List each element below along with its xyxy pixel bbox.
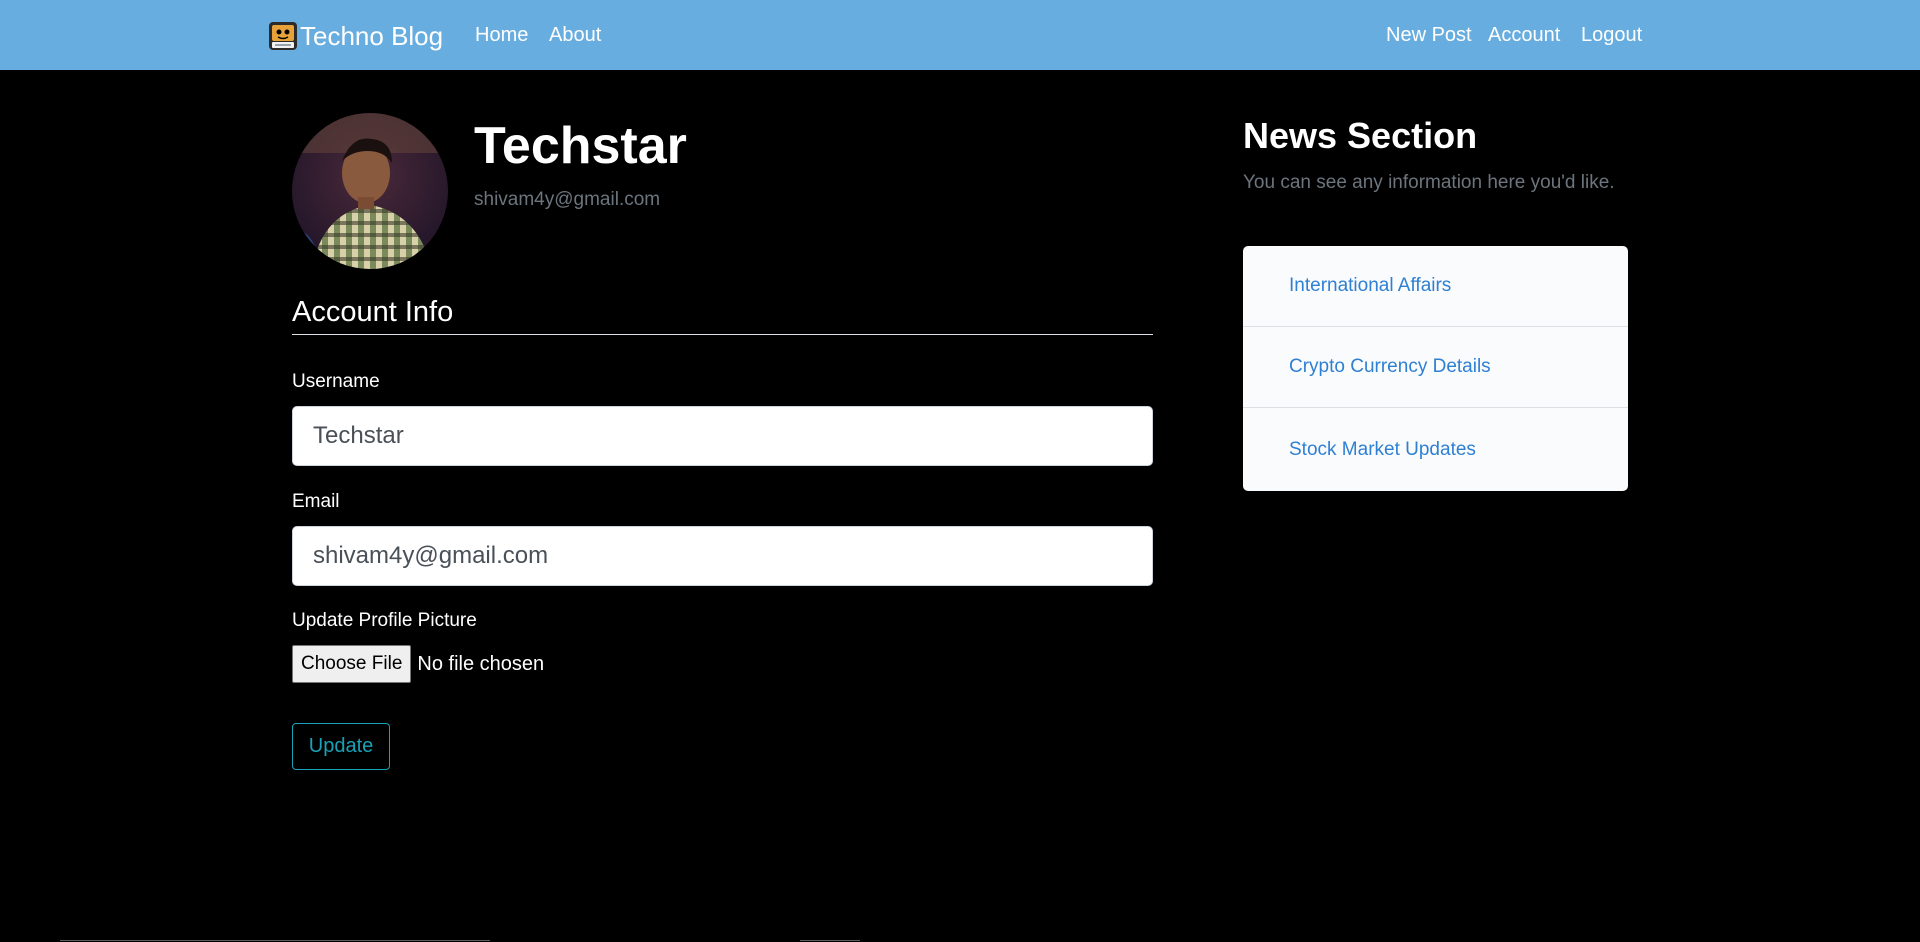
news-section-subtitle: You can see any information here you'd l…: [1243, 172, 1615, 193]
profile-name: Techstar: [474, 117, 687, 175]
bottom-divider: [800, 940, 860, 941]
nav-logout-link[interactable]: Logout: [1581, 22, 1642, 48]
choose-file-button[interactable]: Choose File: [292, 645, 412, 683]
nav-account-link[interactable]: Account: [1488, 22, 1560, 48]
file-status-text: No file chosen: [417, 652, 545, 675]
profile-email: shivam4y@gmail.com: [474, 189, 661, 210]
news-item-international-affairs[interactable]: International Affairs: [1243, 246, 1628, 327]
profile-avatar: [292, 113, 448, 269]
file-input: Choose File No file chosen: [292, 645, 544, 683]
brand-link[interactable]: Techno Blog: [268, 19, 443, 53]
brand-logo-icon: [268, 21, 298, 51]
nav-new-post-link[interactable]: New Post: [1386, 22, 1472, 48]
top-navbar: Techno Blog Home About New Post Account …: [0, 0, 1920, 70]
nav-home-link[interactable]: Home: [475, 22, 528, 48]
profile-picture-label: Update Profile Picture: [292, 610, 477, 631]
username-input[interactable]: [292, 406, 1153, 466]
email-label: Email: [292, 491, 340, 512]
username-label: Username: [292, 371, 380, 392]
news-section-title: News Section: [1243, 115, 1478, 156]
brand-name: Techno Blog: [300, 20, 444, 51]
update-button[interactable]: Update: [292, 723, 390, 770]
news-list: International Affairs Crypto Currency De…: [1243, 246, 1628, 491]
account-info-legend: Account Info: [292, 294, 1153, 335]
news-item-stock-market[interactable]: Stock Market Updates: [1243, 408, 1628, 491]
nav-about-link[interactable]: About: [549, 22, 601, 48]
bottom-divider: [60, 940, 490, 941]
news-item-crypto-currency[interactable]: Crypto Currency Details: [1243, 327, 1628, 408]
email-input[interactable]: [292, 526, 1153, 586]
